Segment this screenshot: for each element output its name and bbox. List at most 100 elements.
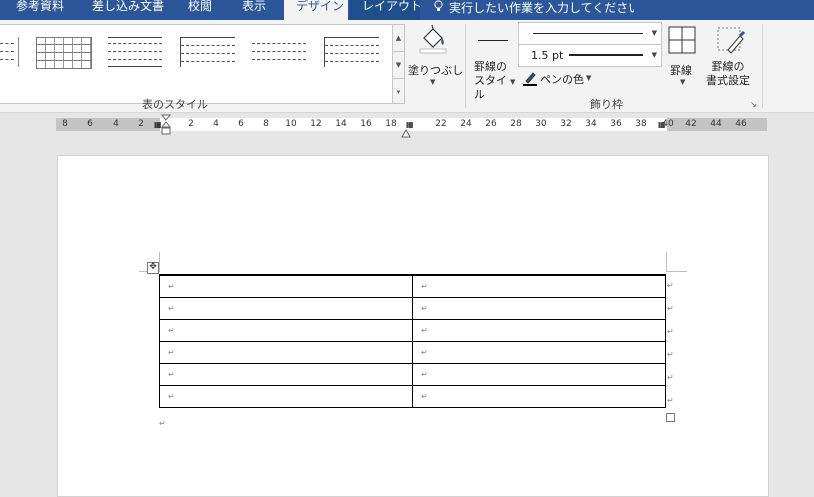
border-painter-icon: [716, 26, 746, 60]
table-style-thumbnail[interactable]: [0, 37, 19, 67]
table-styles-gallery[interactable]: [0, 24, 393, 104]
table-move-handle-icon[interactable]: ✥: [147, 262, 159, 274]
chevron-down-icon: ▼: [510, 78, 516, 86]
tell-me-search[interactable]: 実行したい作業を入力してください: [434, 0, 634, 20]
ruler-number: 18: [385, 119, 397, 129]
gallery-down-icon[interactable]: ▼: [393, 52, 404, 79]
ruler-number: 32: [560, 119, 572, 129]
chevron-down-icon: ▼: [586, 74, 592, 82]
row-end-mark: ↵: [667, 281, 674, 290]
gallery-more-icon[interactable]: ▾: [393, 79, 404, 105]
ruler-number: 44: [710, 119, 722, 129]
shading-button[interactable]: 塗りつぶし ▼: [406, 24, 464, 90]
ribbon-tab-bar: 参考資料 差し込み文書 校閲 表示 デザイン レイアウト 実行したい作業を入力し…: [0, 0, 814, 20]
line-weight-value: 1.5 pt: [531, 49, 564, 62]
table-row: ↵ ↵: [159, 341, 666, 364]
tab-layout[interactable]: レイアウト: [350, 0, 420, 20]
table-cell[interactable]: ↵: [159, 363, 413, 386]
table-row: ↵ ↵: [159, 319, 666, 342]
table-style-thumbnail[interactable]: [36, 37, 92, 69]
table-cell[interactable]: ↵: [159, 385, 413, 408]
table-style-thumbnail[interactable]: [324, 37, 379, 67]
table-row: ↵ ↵: [159, 274, 666, 298]
pen-color-label: ペンの色: [540, 73, 584, 86]
gallery-up-icon[interactable]: ▲: [393, 25, 404, 52]
tab-references[interactable]: 参考資料: [16, 0, 68, 20]
ruler-number: 42: [685, 119, 697, 129]
table-cell[interactable]: ↵: [412, 363, 666, 386]
horizontal-ruler[interactable]: 8 6 4 2 ▦ 2 4 6 8 10 12 14 16 18 ▦ 22 24…: [56, 114, 767, 138]
ruler-number: 10: [285, 119, 297, 129]
ruler-number: 30: [535, 119, 547, 129]
table-row: ↵ ↵: [159, 385, 666, 408]
table-styles-group-label: 表のスタイル: [142, 98, 208, 111]
table-cell[interactable]: ↵: [412, 274, 666, 298]
table-cell[interactable]: ↵: [159, 297, 413, 320]
line-weight-preview-icon: [569, 54, 643, 56]
table-row: ↵ ↵: [159, 363, 666, 386]
borders-label: 罫線: [670, 64, 692, 77]
table-resize-handle[interactable]: [666, 413, 675, 422]
borders-group-label: 飾り枠: [590, 98, 623, 111]
shading-label: 塗りつぶし: [408, 64, 464, 77]
ruler-number: 40: [662, 119, 674, 129]
chevron-down-icon: ▼: [680, 78, 686, 86]
row-end-mark: ↵: [667, 396, 674, 405]
line-style-dropdown[interactable]: ▼: [518, 22, 662, 45]
crop-mark: [159, 252, 160, 272]
table-cell[interactable]: ↵: [412, 341, 666, 364]
indent-marker-icon[interactable]: [160, 114, 172, 144]
line-style-preview-icon: [533, 33, 643, 34]
ruler-number: 4: [113, 119, 119, 129]
ruler-number: 26: [485, 119, 497, 129]
borders-button[interactable]: 罫線 ▼: [664, 24, 702, 90]
chevron-down-icon: ▼: [651, 51, 657, 59]
line-weight-dropdown[interactable]: 1.5 pt ▼: [518, 44, 662, 67]
table-cell[interactable]: ↵: [412, 319, 666, 342]
table-row: ↵ ↵: [159, 297, 666, 320]
crop-mark: [666, 252, 667, 272]
table-style-thumbnail[interactable]: [180, 37, 235, 67]
border-painter-button[interactable]: 罫線の 書式設定: [704, 24, 760, 90]
tab-review[interactable]: 校閲: [188, 0, 218, 20]
ruler-number: 6: [87, 119, 93, 129]
tab-view[interactable]: 表示: [242, 0, 272, 20]
chevron-down-icon: ▼: [430, 78, 436, 86]
chevron-down-icon: ▼: [651, 29, 657, 37]
table-cell[interactable]: ↵: [159, 319, 413, 342]
ruler-number: 24: [460, 119, 472, 129]
row-end-mark: ↵: [667, 304, 674, 313]
ruler-number: 36: [610, 119, 622, 129]
row-end-mark: ↵: [667, 373, 674, 382]
table-style-thumbnail[interactable]: [108, 37, 162, 67]
lightbulb-icon: [434, 0, 443, 14]
ruler-number: 38: [635, 119, 647, 129]
borders-grid-icon: [668, 26, 696, 58]
ruler-number: 2: [188, 119, 194, 129]
ruler-number: 6: [238, 119, 244, 129]
ruler-number: 28: [510, 119, 522, 129]
tab-mailings[interactable]: 差し込み文書: [92, 0, 168, 20]
pen-color-button[interactable]: ペンの色 ▼: [520, 70, 600, 88]
dialog-launcher-icon[interactable]: ↘: [750, 100, 757, 109]
table-style-thumbnail[interactable]: [252, 37, 306, 67]
document-table[interactable]: ↵ ↵ ↵ ↵ ↵ ↵ ↵ ↵ ↵ ↵ ↵ ↵: [159, 274, 666, 408]
group-separator: [762, 24, 763, 108]
border-painter-label: 罫線の 書式設定: [706, 60, 750, 87]
table-cell[interactable]: ↵: [412, 385, 666, 408]
ruler-number: 2: [138, 119, 144, 129]
ruler-number: 8: [62, 119, 68, 129]
table-cell[interactable]: ↵: [159, 341, 413, 364]
ruler-number: 16: [360, 119, 372, 129]
row-end-mark: ↵: [667, 327, 674, 336]
table-cell[interactable]: ↵: [159, 274, 413, 298]
border-styles-button[interactable]: 罫線の スタイル ▼: [470, 24, 516, 101]
ruler-number: 4: [213, 119, 219, 129]
pen-icon: [522, 70, 538, 90]
table-cell[interactable]: ↵: [412, 297, 666, 320]
ruler-number: 14: [335, 119, 347, 129]
tab-design[interactable]: デザイン: [284, 0, 348, 20]
ruler-number: 12: [310, 119, 322, 129]
gallery-scroll: ▲ ▼ ▾: [392, 24, 405, 104]
indent-marker-icon[interactable]: [401, 123, 411, 142]
